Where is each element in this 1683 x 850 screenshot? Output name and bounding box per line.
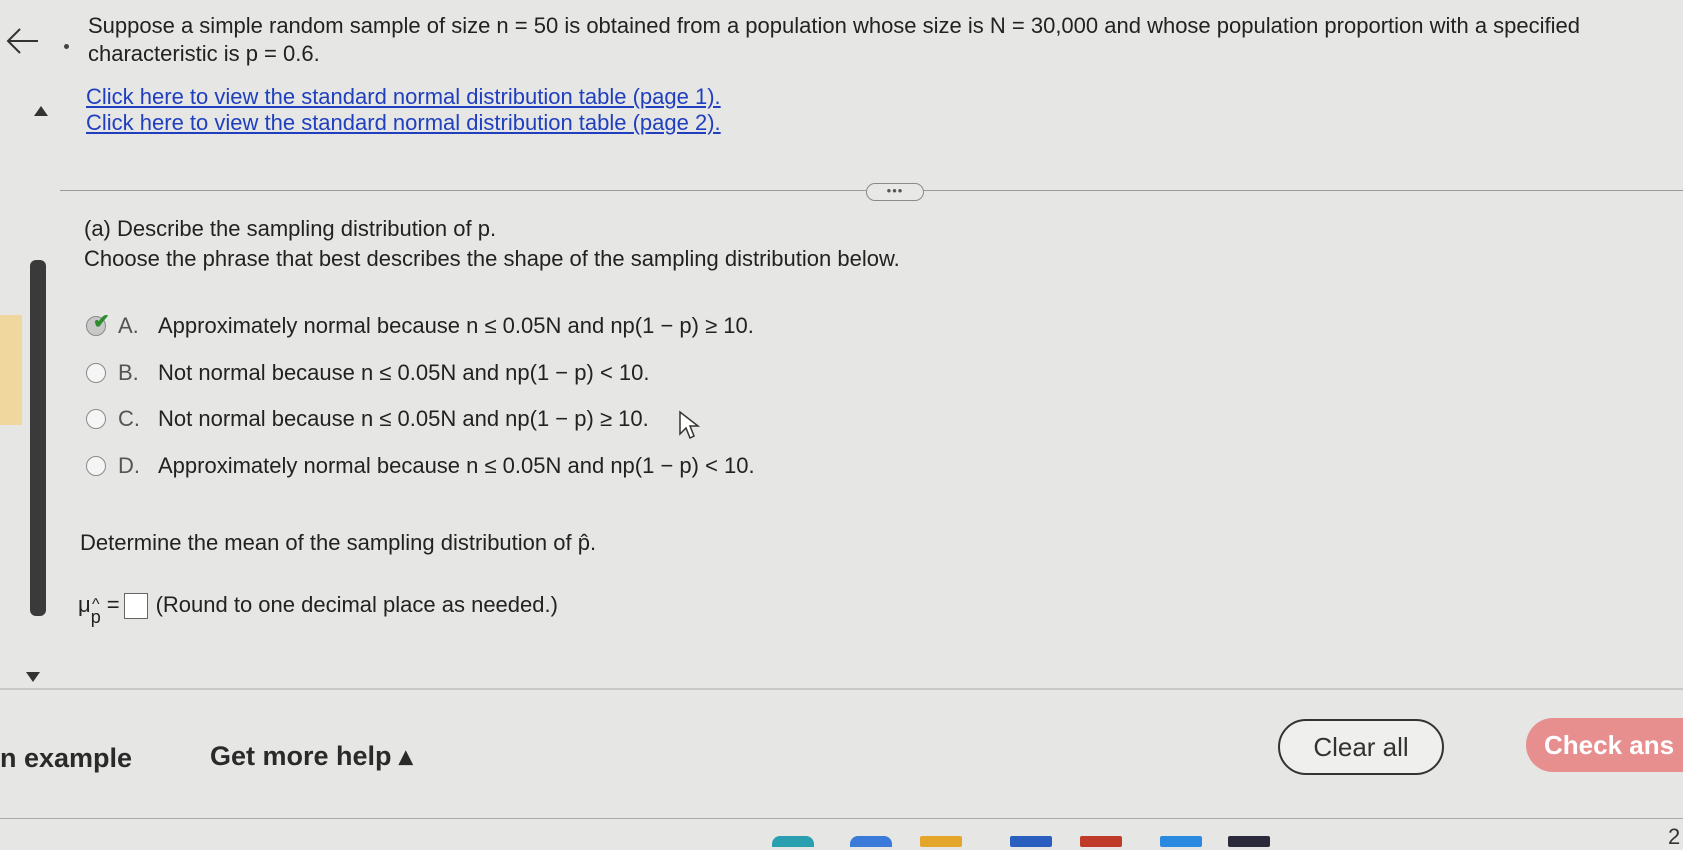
option-text: Not normal because n ≤ 0.05N and np(1 − … [158,406,649,431]
footer-separator [0,688,1683,690]
option-letter: A. [118,313,139,338]
mean-answer-input[interactable] [123,593,148,619]
check-answer-button[interactable]: Check ans [1526,718,1683,772]
option-text: Not normal because n ≤ 0.05N and np(1 − … [158,360,650,385]
part-a-title: (a) Describe the sampling distribution o… [84,216,497,241]
equals-sign: = [106,592,120,617]
radio-b[interactable] [86,363,106,383]
taskbar-app-icon[interactable] [1080,836,1122,847]
taskbar-app-icon[interactable] [1160,836,1202,847]
taskbar-app-icon[interactable] [850,836,892,847]
side-tab [0,315,22,425]
mouse-pointer-icon [679,410,700,440]
radio-c[interactable] [86,409,106,429]
bullet-icon [64,44,69,49]
taskbar-app-icon[interactable] [1228,836,1270,847]
option-text: Approximately normal because n ≤ 0.05N a… [158,453,755,478]
taskbar-app-icon[interactable] [772,836,814,847]
option-d[interactable]: D. Approximately normal because n ≤ 0.05… [86,451,755,481]
option-letter: B. [118,360,139,385]
question-text: Suppose a simple random sample of size n… [88,12,1648,68]
normal-table-page1-link[interactable]: Click here to view the standard normal d… [86,84,721,110]
radio-a[interactable]: ✔ [86,311,110,336]
taskbar-app-icon[interactable] [1010,836,1052,847]
scroll-down-icon[interactable] [26,672,40,682]
view-example-link[interactable]: n example [0,743,132,774]
taskbar-app-icon[interactable] [920,836,962,847]
option-c[interactable]: C. Not normal because n ≤ 0.05N and np(1… [86,404,649,434]
clear-all-button[interactable]: Clear all [1278,719,1444,775]
round-note: (Round to one decimal place as needed.) [155,592,558,617]
normal-table-page2-link[interactable]: Click here to view the standard normal d… [86,110,721,136]
taskbar-number: 2 [1668,824,1681,849]
question-line-1: Suppose a simple random sample of size n… [88,13,1581,38]
option-b[interactable]: B. Not normal because n ≤ 0.05N and np(1… [86,358,650,388]
expand-more-button[interactable]: ••• [866,183,924,201]
scroll-up-icon[interactable] [34,106,48,116]
mu-symbol: μ ^ p [78,592,101,627]
taskbar-edge [0,818,1683,819]
mean-question: Determine the mean of the sampling distr… [80,530,597,555]
option-text: Approximately normal because n ≤ 0.05N a… [158,313,754,338]
option-letter: D. [118,453,140,478]
part-a-prompt: Choose the phrase that best describes th… [84,246,900,271]
mean-answer-row: μ ^ p = (Round to one decimal place as n… [78,592,558,627]
scrollbar-thumb[interactable] [30,260,46,616]
option-letter: C. [118,406,140,431]
option-a[interactable]: ✔ A. Approximately normal because n ≤ 0.… [86,311,754,341]
checkmark-icon: ✔ [93,311,110,333]
back-arrow-icon[interactable] [4,22,42,60]
question-line-2: characteristic is p = 0.6. [88,41,320,66]
radio-d[interactable] [86,456,106,476]
get-more-help-button[interactable]: Get more help ▴ [210,741,413,772]
